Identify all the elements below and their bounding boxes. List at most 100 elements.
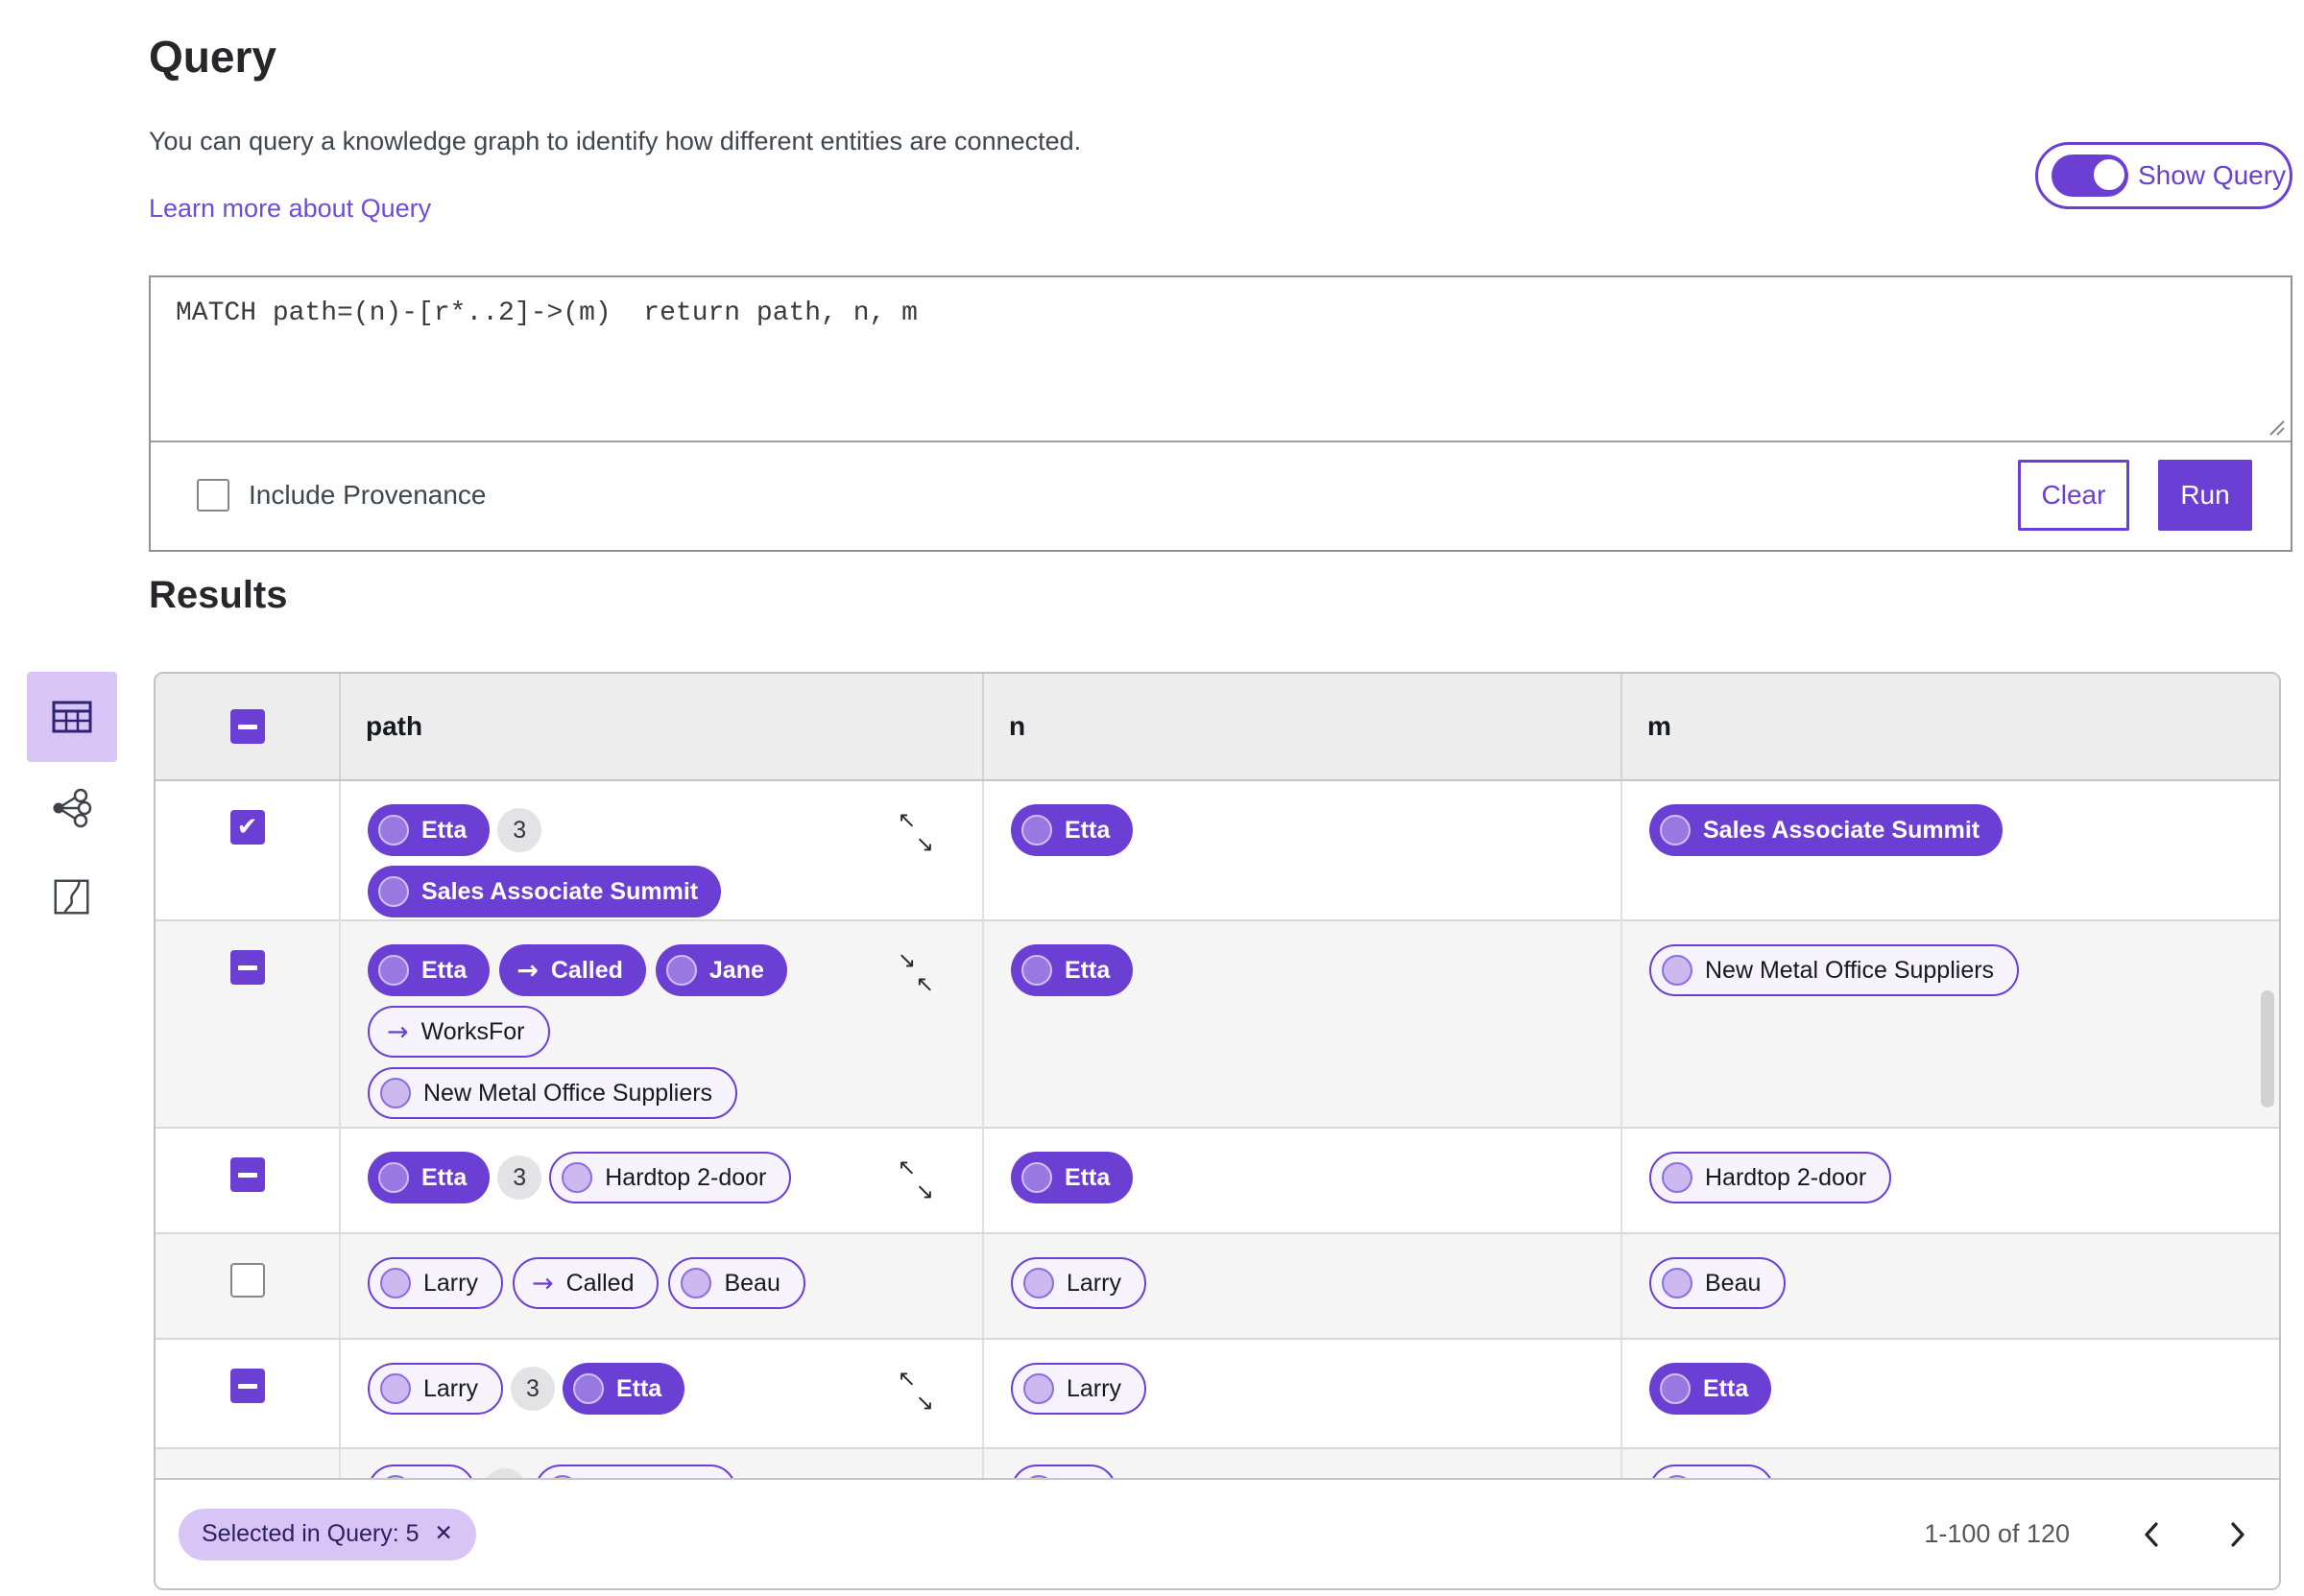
resize-handle-icon[interactable] bbox=[2267, 417, 2286, 437]
pill-line: Etta 3 Hardtop 2-door bbox=[368, 1152, 982, 1203]
n-cell bbox=[984, 1449, 1622, 1478]
node-pill[interactable] bbox=[368, 1465, 475, 1478]
node-pill[interactable]: Etta bbox=[562, 1363, 685, 1415]
column-header-n: n bbox=[984, 674, 1622, 779]
pill-line: Beau bbox=[1649, 1257, 2279, 1309]
learn-more-link[interactable]: Learn more about Query bbox=[149, 194, 431, 224]
expand-icon[interactable]: ↖ ↘ bbox=[898, 1157, 934, 1203]
pill-label: Larry bbox=[1067, 1269, 1121, 1297]
node-pill[interactable] bbox=[1011, 1465, 1116, 1478]
arrow-right-icon: → bbox=[387, 1016, 409, 1047]
clear-button[interactable]: Clear bbox=[2018, 460, 2129, 531]
path-count-badge[interactable]: 3 bbox=[510, 1367, 555, 1411]
row-checkbox[interactable] bbox=[229, 1157, 265, 1192]
node-pill[interactable]: Etta bbox=[1011, 944, 1134, 996]
query-input[interactable]: MATCH path=(n)-[r*..2]->(m) return path,… bbox=[151, 277, 2291, 442]
path-count-badge[interactable]: 3 bbox=[497, 808, 542, 852]
diag-arrow-icon: ↖ bbox=[915, 972, 934, 997]
checkbox-cell bbox=[156, 1340, 341, 1447]
node-pill[interactable]: Etta bbox=[368, 804, 491, 856]
results-title: Results bbox=[149, 574, 288, 616]
relationship-pill[interactable]: → WorksFor bbox=[368, 1006, 550, 1058]
table-view-button[interactable] bbox=[27, 672, 117, 762]
path-cell: Etta 3 Hardtop 2-door ↖ ↘ bbox=[341, 1129, 984, 1232]
node-pill[interactable]: New Metal Office Suppliers bbox=[1649, 944, 2020, 996]
node-circle-icon bbox=[562, 1162, 593, 1193]
pill-line: Hardtop 2-door bbox=[1649, 1152, 2279, 1203]
row-checkbox[interactable]: ✔ bbox=[229, 810, 265, 845]
pill-label: Hardtop 2-door bbox=[605, 1163, 767, 1191]
pill-label: Etta bbox=[615, 1374, 662, 1402]
toggle-switch-icon[interactable] bbox=[2052, 155, 2128, 197]
node-pill[interactable]: Hardtop 2-door bbox=[549, 1152, 792, 1203]
next-page-button[interactable] bbox=[2225, 1518, 2250, 1551]
node-pill[interactable]: Beau bbox=[1649, 1257, 1787, 1309]
node-pill[interactable] bbox=[535, 1465, 736, 1478]
graph-icon bbox=[53, 788, 92, 828]
row-checkbox[interactable] bbox=[229, 1263, 265, 1298]
node-pill[interactable]: Sales Associate Summit bbox=[1649, 804, 2004, 856]
node-pill[interactable]: Sales Associate Summit bbox=[368, 866, 722, 917]
path-count-badge[interactable] bbox=[483, 1468, 527, 1478]
pill-label: Etta bbox=[421, 816, 468, 844]
pagination-label: 1-100 of 120 bbox=[1924, 1519, 2070, 1548]
pill-label: Jane bbox=[708, 956, 764, 984]
show-query-toggle[interactable]: Show Query bbox=[2035, 142, 2292, 209]
m-cell: Hardtop 2-door bbox=[1622, 1129, 2279, 1232]
diag-arrow-icon: ↘ bbox=[915, 832, 934, 857]
node-pill[interactable]: Larry bbox=[1011, 1257, 1146, 1309]
relationship-pill[interactable]: → Called bbox=[499, 944, 646, 996]
table-row: Larry → Called Beau Larry Beau bbox=[156, 1234, 2279, 1340]
relationship-pill[interactable]: → Called bbox=[512, 1257, 660, 1309]
node-pill[interactable] bbox=[1649, 1465, 1774, 1478]
node-pill[interactable]: New Metal Office Suppliers bbox=[368, 1067, 738, 1119]
table-row: ✔ Etta 3 Sales Associate Summit ↖ ↘ Etta Sales … bbox=[156, 781, 2279, 927]
node-pill[interactable]: Larry bbox=[368, 1363, 503, 1415]
node-pill[interactable]: Etta bbox=[1649, 1363, 1772, 1415]
node-pill[interactable]: Larry bbox=[368, 1257, 503, 1309]
scrollbar-thumb[interactable] bbox=[2261, 990, 2274, 1108]
path-count-badge[interactable]: 3 bbox=[497, 1155, 542, 1200]
node-pill[interactable]: Larry bbox=[1011, 1363, 1146, 1415]
expand-icon[interactable]: ↖ ↘ bbox=[898, 1369, 934, 1415]
node-pill[interactable]: Hardtop 2-door bbox=[1649, 1152, 1892, 1203]
row-checkbox[interactable] bbox=[229, 950, 265, 985]
node-circle-icon bbox=[1021, 815, 1052, 846]
node-pill[interactable]: Etta bbox=[368, 944, 491, 996]
table-row: Etta → Called Jane → WorksFor New Metal Office… bbox=[156, 921, 2279, 1129]
node-circle-icon bbox=[380, 1373, 411, 1404]
pill-label: Etta bbox=[1065, 816, 1111, 844]
run-button[interactable]: Run bbox=[2158, 460, 2252, 531]
include-provenance-checkbox[interactable] bbox=[197, 479, 229, 512]
node-pill[interactable]: Etta bbox=[1011, 1152, 1134, 1203]
pill-label: Hardtop 2-door bbox=[1705, 1163, 1867, 1191]
node-circle-icon bbox=[681, 1268, 712, 1298]
map-icon bbox=[54, 879, 89, 915]
pill-label: Etta bbox=[1065, 1163, 1111, 1191]
selected-in-query-chip[interactable]: Selected in Query: 5 ✕ bbox=[179, 1508, 476, 1560]
path-cell: Larry 3 Etta ↖ ↘ bbox=[341, 1340, 984, 1447]
collapse-icon[interactable]: ↘ ↖ bbox=[898, 950, 934, 996]
node-pill[interactable]: Jane bbox=[655, 944, 787, 996]
selected-chip-label: Selected in Query: 5 bbox=[202, 1520, 420, 1547]
chevron-left-icon bbox=[2145, 1521, 2158, 1547]
m-cell: Sales Associate Summit bbox=[1622, 781, 2279, 927]
chip-close-icon[interactable]: ✕ bbox=[435, 1523, 453, 1545]
node-pill[interactable]: Etta bbox=[368, 1152, 491, 1203]
query-description: You can query a knowledge graph to ident… bbox=[149, 127, 1082, 155]
pill-line: Etta bbox=[1011, 944, 1620, 996]
row-checkbox[interactable] bbox=[229, 1369, 265, 1403]
previous-page-button[interactable] bbox=[2139, 1518, 2164, 1551]
pill-line: New Metal Office Suppliers bbox=[1649, 944, 2279, 996]
diag-arrow-icon: ↖ bbox=[898, 808, 917, 833]
pill-label: Larry bbox=[423, 1269, 478, 1297]
table-icon bbox=[52, 701, 92, 733]
node-pill[interactable]: Etta bbox=[1011, 804, 1134, 856]
map-view-button[interactable] bbox=[27, 852, 117, 942]
select-all-checkbox[interactable] bbox=[229, 709, 265, 744]
page-title: Query bbox=[149, 32, 276, 82]
expand-icon[interactable]: ↖ ↘ bbox=[898, 810, 934, 856]
graph-view-button[interactable] bbox=[27, 763, 117, 853]
query-panel: MATCH path=(n)-[r*..2]->(m) return path,… bbox=[149, 275, 2292, 552]
node-pill[interactable]: Beau bbox=[668, 1257, 805, 1309]
